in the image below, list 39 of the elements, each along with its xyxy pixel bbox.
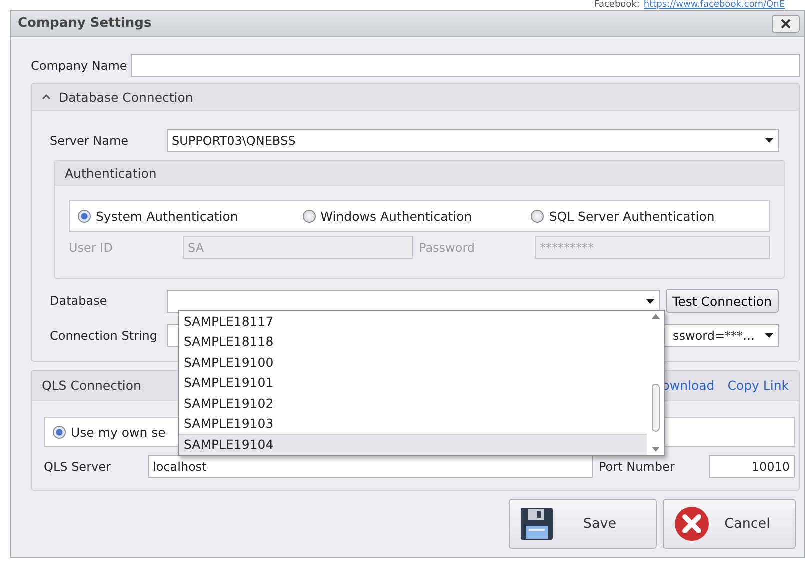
radio-option[interactable]: System Authentication [78, 208, 303, 224]
link[interactable]: Copy Link [728, 378, 789, 393]
group-title: Authentication [65, 166, 157, 180]
scrollbar-thumb[interactable] [652, 384, 660, 432]
cancel-button[interactable]: Cancel [663, 499, 796, 549]
field-label: QLS Server [44, 460, 112, 474]
cancel-icon [674, 506, 710, 542]
dropdown-arrow-icon[interactable] [765, 138, 774, 143]
field-label: Database [50, 294, 108, 308]
port-number-field[interactable]: 10010 [709, 455, 795, 478]
field-label: Port Number [599, 460, 676, 474]
field-label: Company Name [31, 58, 128, 72]
radio-option[interactable]: SQL Server Authentication [531, 208, 761, 224]
close-button[interactable] [772, 14, 800, 32]
close-icon[interactable] [781, 18, 791, 28]
dropdown-item[interactable]: SAMPLE19104 [179, 434, 647, 454]
company-name-field[interactable] [131, 54, 800, 77]
background-link[interactable]: https://www.facebook.com/QnE [644, 0, 785, 10]
group-header[interactable]: Database Connection [32, 84, 799, 111]
window-title: Company Settings [18, 16, 152, 31]
field-label: User ID [69, 240, 114, 254]
background-label: Facebook: [594, 0, 640, 10]
field-label: Password [419, 240, 476, 254]
radio-option[interactable]: Windows Authentication [302, 208, 532, 224]
scroll-down-arrow-icon[interactable] [652, 446, 660, 452]
qls-server-field[interactable]: localhost [148, 455, 593, 478]
group-title: Database Connection [59, 90, 194, 104]
dropdown-arrow-icon[interactable] [765, 333, 774, 338]
field-label: Server Name [50, 134, 130, 148]
test-connection-button[interactable]: Test Connection [666, 289, 779, 313]
field-label: Connection String [50, 328, 159, 342]
chevron-icon[interactable] [42, 94, 51, 100]
server-name-combo[interactable]: SUPPORT03\QNEBSS [167, 129, 779, 152]
dropdown-item[interactable]: SAMPLE18117 [179, 311, 647, 332]
scroll-up-arrow-icon[interactable] [652, 314, 660, 319]
scrollbar[interactable] [647, 311, 664, 454]
group-title: QLS Connection [42, 378, 142, 393]
save-button[interactable]: Save [509, 499, 657, 549]
dropdown-arrow-icon[interactable] [646, 298, 655, 304]
